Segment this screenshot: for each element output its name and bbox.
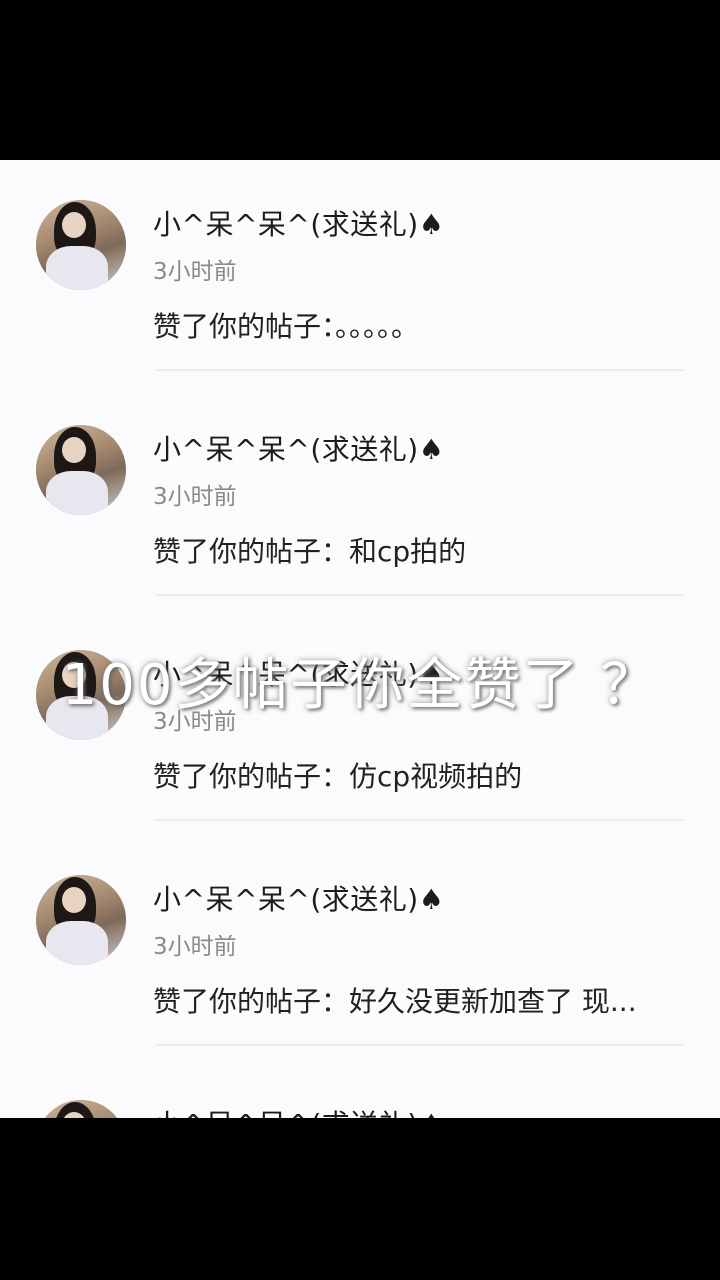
notification-text[interactable]: 赞了你的帖子：。。。。。 (153, 305, 419, 345)
avatar[interactable] (36, 425, 126, 515)
bottom-black-bar (0, 1118, 720, 1280)
avatar[interactable] (36, 875, 126, 965)
list-item[interactable]: 小^呆^呆^(求送礼)♠ (0, 1060, 720, 1118)
timestamp: 3小时前 (153, 259, 237, 285)
divider (155, 819, 683, 821)
divider (155, 369, 683, 371)
list-item[interactable]: 小^呆^呆^(求送礼)♠ 3小时前 赞了你的帖子：。。。。。 (0, 160, 720, 385)
divider (155, 1044, 683, 1046)
notification-list[interactable]: 小^呆^呆^(求送礼)♠ 3小时前 赞了你的帖子：。。。。。 小^呆^呆^(求送… (0, 160, 720, 1118)
user-name[interactable]: 小^呆^呆^(求送礼)♠ (153, 428, 444, 468)
user-name[interactable]: 小^呆^呆^(求送礼)♠ (153, 1103, 444, 1118)
top-black-bar (0, 0, 720, 160)
divider (155, 594, 683, 596)
video-caption: 100多帖子你全赞了 ？ (61, 653, 659, 718)
list-item[interactable]: 小^呆^呆^(求送礼)♠ 3小时前 赞了你的帖子：好久没更新加查了 现... (0, 835, 720, 1060)
notification-text[interactable]: 赞了你的帖子：仿cp视频拍的 (153, 755, 522, 795)
timestamp: 3小时前 (153, 934, 237, 960)
avatar[interactable] (36, 200, 126, 290)
user-name[interactable]: 小^呆^呆^(求送礼)♠ (153, 203, 444, 243)
avatar[interactable] (36, 1100, 126, 1118)
notification-text[interactable]: 赞了你的帖子：和cp拍的 (153, 530, 466, 570)
timestamp: 3小时前 (153, 484, 237, 510)
user-name[interactable]: 小^呆^呆^(求送礼)♠ (153, 878, 444, 918)
list-item[interactable]: 小^呆^呆^(求送礼)♠ 3小时前 赞了你的帖子：和cp拍的 (0, 385, 720, 610)
notification-text[interactable]: 赞了你的帖子：好久没更新加查了 现... (153, 980, 637, 1020)
